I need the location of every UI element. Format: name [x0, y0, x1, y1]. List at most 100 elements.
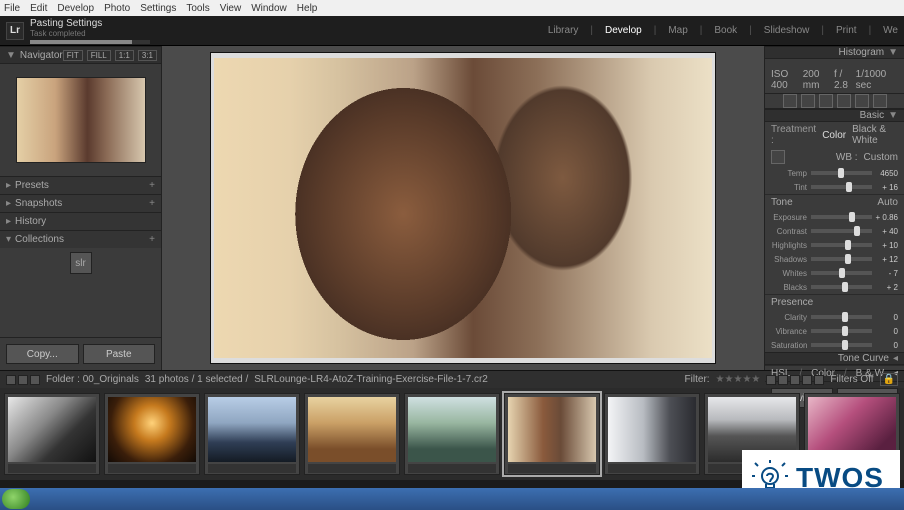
- copy-button[interactable]: Copy...: [6, 344, 79, 364]
- slider-highlights[interactable]: Highlights+ 10: [765, 238, 904, 252]
- filter-stars[interactable]: ★★★★★: [716, 374, 761, 385]
- slider-tint[interactable]: Tint+ 16: [765, 180, 904, 194]
- menu-edit[interactable]: Edit: [30, 3, 47, 14]
- zoom-ratio[interactable]: 3:1: [138, 50, 157, 61]
- slider-knob[interactable]: [854, 226, 860, 236]
- slider-knob[interactable]: [839, 268, 845, 278]
- menu-view[interactable]: View: [220, 3, 242, 14]
- slider-temp[interactable]: Temp4650: [765, 166, 904, 180]
- basic-header[interactable]: Basic ▼: [765, 109, 904, 122]
- add-icon[interactable]: +: [149, 198, 155, 209]
- radial-tool-icon[interactable]: [855, 94, 869, 108]
- slider-knob[interactable]: [846, 182, 852, 192]
- slider-whites[interactable]: Whites- 7: [765, 266, 904, 280]
- slider-track[interactable]: [811, 171, 872, 175]
- filter-lock-icon[interactable]: 🔒: [880, 373, 898, 386]
- slider-knob[interactable]: [842, 282, 848, 292]
- loupe-view-icon[interactable]: [18, 375, 28, 385]
- slider-knob[interactable]: [845, 254, 851, 264]
- thumbnail[interactable]: [304, 393, 400, 475]
- menu-settings[interactable]: Settings: [140, 3, 176, 14]
- slider-knob[interactable]: [849, 212, 855, 222]
- module-print[interactable]: Print: [836, 25, 857, 36]
- thumbnail-selected[interactable]: [504, 393, 600, 475]
- redeye-tool-icon[interactable]: [819, 94, 833, 108]
- slider-knob[interactable]: [842, 312, 848, 322]
- tonecurve-header[interactable]: Tone Curve ◂: [765, 352, 904, 365]
- grad-tool-icon[interactable]: [837, 94, 851, 108]
- slider-clarity[interactable]: Clarity0: [765, 310, 904, 324]
- zoom-1-1[interactable]: 1:1: [115, 50, 134, 61]
- spot-tool-icon[interactable]: [801, 94, 815, 108]
- menu-develop[interactable]: Develop: [57, 3, 94, 14]
- slider-contrast[interactable]: Contrast+ 40: [765, 224, 904, 238]
- slider-track[interactable]: [811, 243, 872, 247]
- slider-track[interactable]: [811, 329, 872, 333]
- slider-knob[interactable]: [838, 168, 844, 178]
- histogram-header[interactable]: Histogram ▼: [765, 46, 904, 59]
- view-mode-icons: [6, 375, 40, 385]
- filters-off[interactable]: Filters Off: [830, 374, 873, 385]
- menu-file[interactable]: File: [4, 3, 20, 14]
- loupe-image-container[interactable]: [210, 52, 716, 364]
- thumbnail[interactable]: [104, 393, 200, 475]
- add-icon[interactable]: +: [149, 234, 155, 245]
- thumbnail[interactable]: [204, 393, 300, 475]
- slider-knob[interactable]: [842, 326, 848, 336]
- zoom-fill[interactable]: FILL: [87, 50, 111, 61]
- module-map[interactable]: Map: [668, 25, 687, 36]
- chevron-down-icon: ▼: [6, 50, 16, 61]
- menu-tools[interactable]: Tools: [186, 3, 209, 14]
- slider-track[interactable]: [811, 257, 872, 261]
- menu-photo[interactable]: Photo: [104, 3, 130, 14]
- slider-shadows[interactable]: Shadows+ 12: [765, 252, 904, 266]
- crop-tool-icon[interactable]: [783, 94, 797, 108]
- slider-saturation[interactable]: Saturation0: [765, 338, 904, 352]
- paste-button[interactable]: Paste: [83, 344, 156, 364]
- menu-window[interactable]: Window: [251, 3, 287, 14]
- treatment-color[interactable]: Color: [822, 130, 846, 141]
- slider-track[interactable]: [811, 343, 872, 347]
- thumbnail[interactable]: [4, 393, 100, 475]
- brush-tool-icon[interactable]: [873, 94, 887, 108]
- module-slideshow[interactable]: Slideshow: [764, 25, 810, 36]
- slider-track[interactable]: [811, 285, 872, 289]
- slider-track[interactable]: [811, 229, 872, 233]
- filter-color-labels[interactable]: [766, 375, 824, 385]
- breadcrumb-folder[interactable]: Folder : 00_Originals: [46, 374, 139, 385]
- panel-collections[interactable]: ▾Collections+: [0, 230, 161, 248]
- eyedropper-icon[interactable]: [771, 150, 785, 164]
- treatment-bw[interactable]: Black & White: [852, 124, 898, 146]
- app-logo: Lr: [6, 22, 24, 40]
- panel-presets[interactable]: ▸Presets+: [0, 176, 161, 194]
- panel-snapshots[interactable]: ▸Snapshots+: [0, 194, 161, 212]
- module-web[interactable]: We: [883, 25, 898, 36]
- wb-value[interactable]: Custom: [864, 152, 898, 163]
- compare-view-icon[interactable]: [30, 375, 40, 385]
- slider-blacks[interactable]: Blacks+ 2: [765, 280, 904, 294]
- task-title: Pasting Settings: [30, 18, 150, 29]
- slider-track[interactable]: [811, 185, 872, 189]
- collection-item[interactable]: slr: [0, 248, 161, 278]
- slider-knob[interactable]: [845, 240, 851, 250]
- slider-track[interactable]: [811, 271, 872, 275]
- module-book[interactable]: Book: [714, 25, 737, 36]
- start-button-icon[interactable]: [2, 489, 30, 509]
- auto-tone-button[interactable]: Auto: [877, 197, 898, 208]
- slider-track[interactable]: [811, 315, 872, 319]
- grid-view-icon[interactable]: [6, 375, 16, 385]
- slider-exposure[interactable]: Exposure+ 0.86: [765, 210, 904, 224]
- panel-history[interactable]: ▸History: [0, 212, 161, 230]
- thumbnail[interactable]: [404, 393, 500, 475]
- slider-track[interactable]: [811, 215, 872, 219]
- module-develop[interactable]: Develop: [605, 25, 642, 36]
- module-library[interactable]: Library: [548, 25, 579, 36]
- navigator-header[interactable]: ▼ Navigator FIT FILL 1:1 3:1: [0, 46, 161, 64]
- thumbnail[interactable]: [604, 393, 700, 475]
- slider-knob[interactable]: [842, 340, 848, 350]
- zoom-fit[interactable]: FIT: [63, 50, 83, 61]
- slider-vibrance[interactable]: Vibrance0: [765, 324, 904, 338]
- menu-help[interactable]: Help: [297, 3, 318, 14]
- navigator-preview[interactable]: [0, 64, 161, 176]
- add-icon[interactable]: +: [149, 180, 155, 191]
